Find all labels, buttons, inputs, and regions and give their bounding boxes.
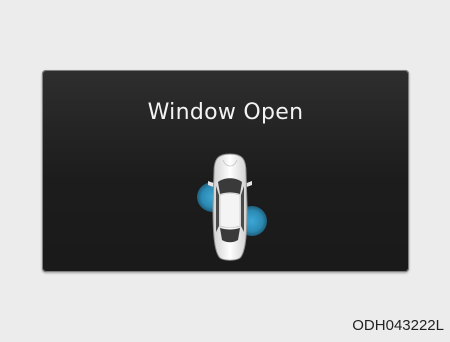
cluster-display: Window Open [42,70,409,272]
warning-message-title: Window Open [147,100,304,125]
image-reference-code: ODH043222L [352,317,444,334]
car-top-view-icon [180,148,280,266]
